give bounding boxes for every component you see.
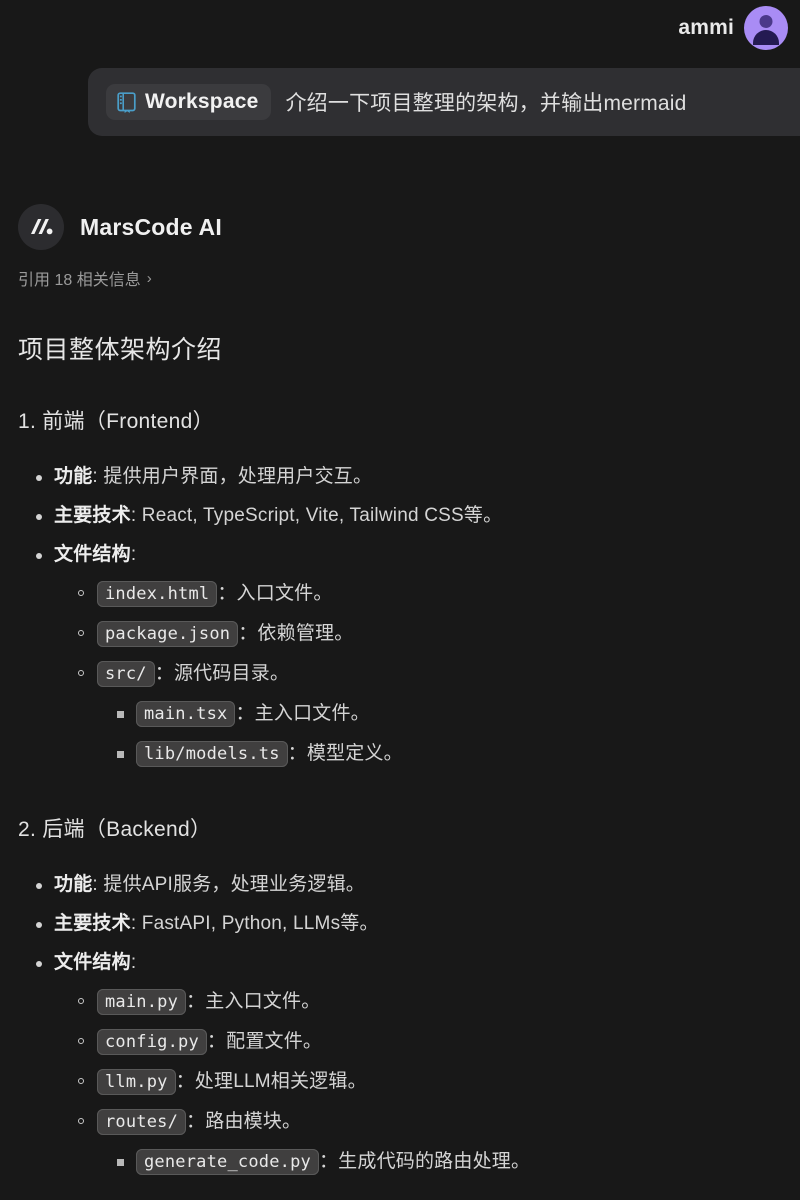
file-list-item: config.py ：配置文件。 <box>54 1022 782 1062</box>
file-list-item: package.json ：依赖管理。 <box>54 614 782 654</box>
code-chip: lib/models.ts <box>136 741 288 767</box>
file-desc: ：依赖管理。 <box>238 623 354 644</box>
user-prompt-text: 介绍一下项目整理的架构，并输出mermaid <box>285 92 687 115</box>
assistant-message: MarsCode AI 引用 18 相关信息 › 项目整体架构介绍 1. 前端（… <box>0 204 800 1182</box>
nested-file-list: main.tsx ：主入口文件。 lib/models.ts ：模型定义。 <box>97 694 782 774</box>
workspace-badge-label: Workspace <box>145 90 259 113</box>
nested-file-list-item: lib/models.ts ：模型定义。 <box>97 734 782 774</box>
book-icon <box>117 91 136 113</box>
list-item-label: 文件结构 <box>54 544 131 565</box>
avatar[interactable] <box>744 6 788 50</box>
user-name: ammi <box>678 16 734 39</box>
citation-row[interactable]: 引用 18 相关信息 › <box>18 266 782 290</box>
code-chip: llm.py <box>97 1069 176 1095</box>
marscode-logo-icon <box>18 204 64 250</box>
list-item: 主要技术: FastAPI, Python, LLMs等。 <box>18 904 782 943</box>
nested-file-desc: ：模型定义。 <box>287 743 403 764</box>
code-chip: package.json <box>97 621 239 647</box>
list-item-label: 主要技术 <box>54 505 131 526</box>
list-item-desc: : 提供用户界面，处理用户交互。 <box>92 466 373 487</box>
file-desc: ：配置文件。 <box>206 1031 323 1052</box>
file-desc: ：入口文件。 <box>217 583 333 604</box>
nested-file-list: generate_code.py ：生成代码的路由处理。 <box>97 1142 782 1182</box>
person-icon-body <box>753 30 779 45</box>
file-structure-list: index.html ：入口文件。 package.json ：依赖管理。 src/：源… <box>54 574 782 774</box>
file-desc: ：源代码目录。 <box>154 663 290 684</box>
code-chip: generate_code.py <box>136 1149 319 1175</box>
list-item: 功能: 提供用户界面，处理用户交互。 <box>18 457 782 496</box>
list-item-label: 功能 <box>54 466 93 487</box>
file-list-item: src/：源代码目录。 main.tsx ：主入口文件。 lib/models.ts：… <box>54 654 782 774</box>
list-item: 主要技术: React, TypeScript, Vite, Tailwind … <box>18 496 782 535</box>
list-item-desc: : <box>130 952 137 973</box>
file-structure-list: main.py ：主入口文件。 config.py ：配置文件。 llm.py ：处理LL… <box>54 982 782 1182</box>
code-chip: main.tsx <box>136 701 236 727</box>
list-item-desc: : FastAPI, Python, LLMs等。 <box>130 913 379 934</box>
user-header-row: ammi <box>0 0 800 50</box>
section-bullet-list: 功能: 提供API服务，处理业务逻辑。 主要技术: FastAPI, Python… <box>18 865 782 1182</box>
assistant-header: MarsCode AI <box>18 204 782 250</box>
workspace-badge[interactable]: Workspace <box>106 84 272 120</box>
list-item-desc: : 提供API服务，处理业务逻辑。 <box>92 874 365 895</box>
list-item: 文件结构: main.py ：主入口文件。 config.py ：配置文件。 llm.py… <box>18 943 782 1182</box>
code-chip: src/ <box>97 661 155 687</box>
code-chip: config.py <box>97 1029 207 1055</box>
file-desc: ：主入口文件。 <box>186 991 321 1012</box>
list-item-label: 文件结构 <box>54 952 131 973</box>
list-item-label: 主要技术 <box>54 913 131 934</box>
citation-text: 引用 18 相关信息 <box>18 272 141 289</box>
file-list-item: llm.py ：处理LLM相关逻辑。 <box>54 1062 782 1102</box>
list-item-desc: : <box>130 544 137 565</box>
list-item: 文件结构: index.html ：入口文件。 package.json ：依赖管理。 s… <box>18 535 782 774</box>
nested-file-list-item: main.tsx ：主入口文件。 <box>97 694 782 734</box>
assistant-name: MarsCode AI <box>80 213 222 240</box>
list-item: 功能: 提供API服务，处理业务逻辑。 <box>18 865 782 904</box>
file-list-item: routes/：路由模块。 generate_code.py ：生成代码的路由处理。 <box>54 1102 782 1182</box>
nested-file-desc: ：生成代码的路由处理。 <box>318 1151 531 1172</box>
nested-file-list-item: generate_code.py ：生成代码的路由处理。 <box>97 1142 782 1182</box>
user-message-wrapper: Workspace 介绍一下项目整理的架构，并输出mermaid <box>0 68 800 136</box>
section-bullet-list: 功能: 提供用户界面，处理用户交互。 主要技术: React, TypeScrip… <box>18 457 782 774</box>
code-chip: routes/ <box>97 1109 187 1135</box>
file-desc: ：路由模块。 <box>186 1111 302 1132</box>
file-desc: ：处理LLM相关逻辑。 <box>175 1071 367 1092</box>
file-list-item: index.html ：入口文件。 <box>54 574 782 614</box>
list-item-label: 功能 <box>54 874 93 895</box>
list-item-desc: : React, TypeScript, Vite, Tailwind CSS等… <box>130 505 503 526</box>
code-chip: main.py <box>97 989 187 1015</box>
sections-container: 1. 前端（Frontend） 功能: 提供用户界面，处理用户交互。 主要技术: R… <box>18 405 782 1182</box>
user-message-bubble[interactable]: Workspace 介绍一下项目整理的架构，并输出mermaid <box>88 68 800 136</box>
file-list-item: main.py ：主入口文件。 <box>54 982 782 1022</box>
section-heading: 1. 前端（Frontend） <box>18 410 214 433</box>
person-icon-head <box>759 15 773 28</box>
nested-file-desc: ：主入口文件。 <box>235 703 370 724</box>
chevron-right-icon: › <box>146 269 152 287</box>
page-title: 项目整体架构介绍 <box>18 336 223 364</box>
section-heading: 2. 后端（Backend） <box>18 818 212 841</box>
chat-page: ammi Workspace 介绍一下项目整理的架构，并输出mermaid Ma… <box>0 0 800 1200</box>
code-chip: index.html <box>97 581 218 607</box>
